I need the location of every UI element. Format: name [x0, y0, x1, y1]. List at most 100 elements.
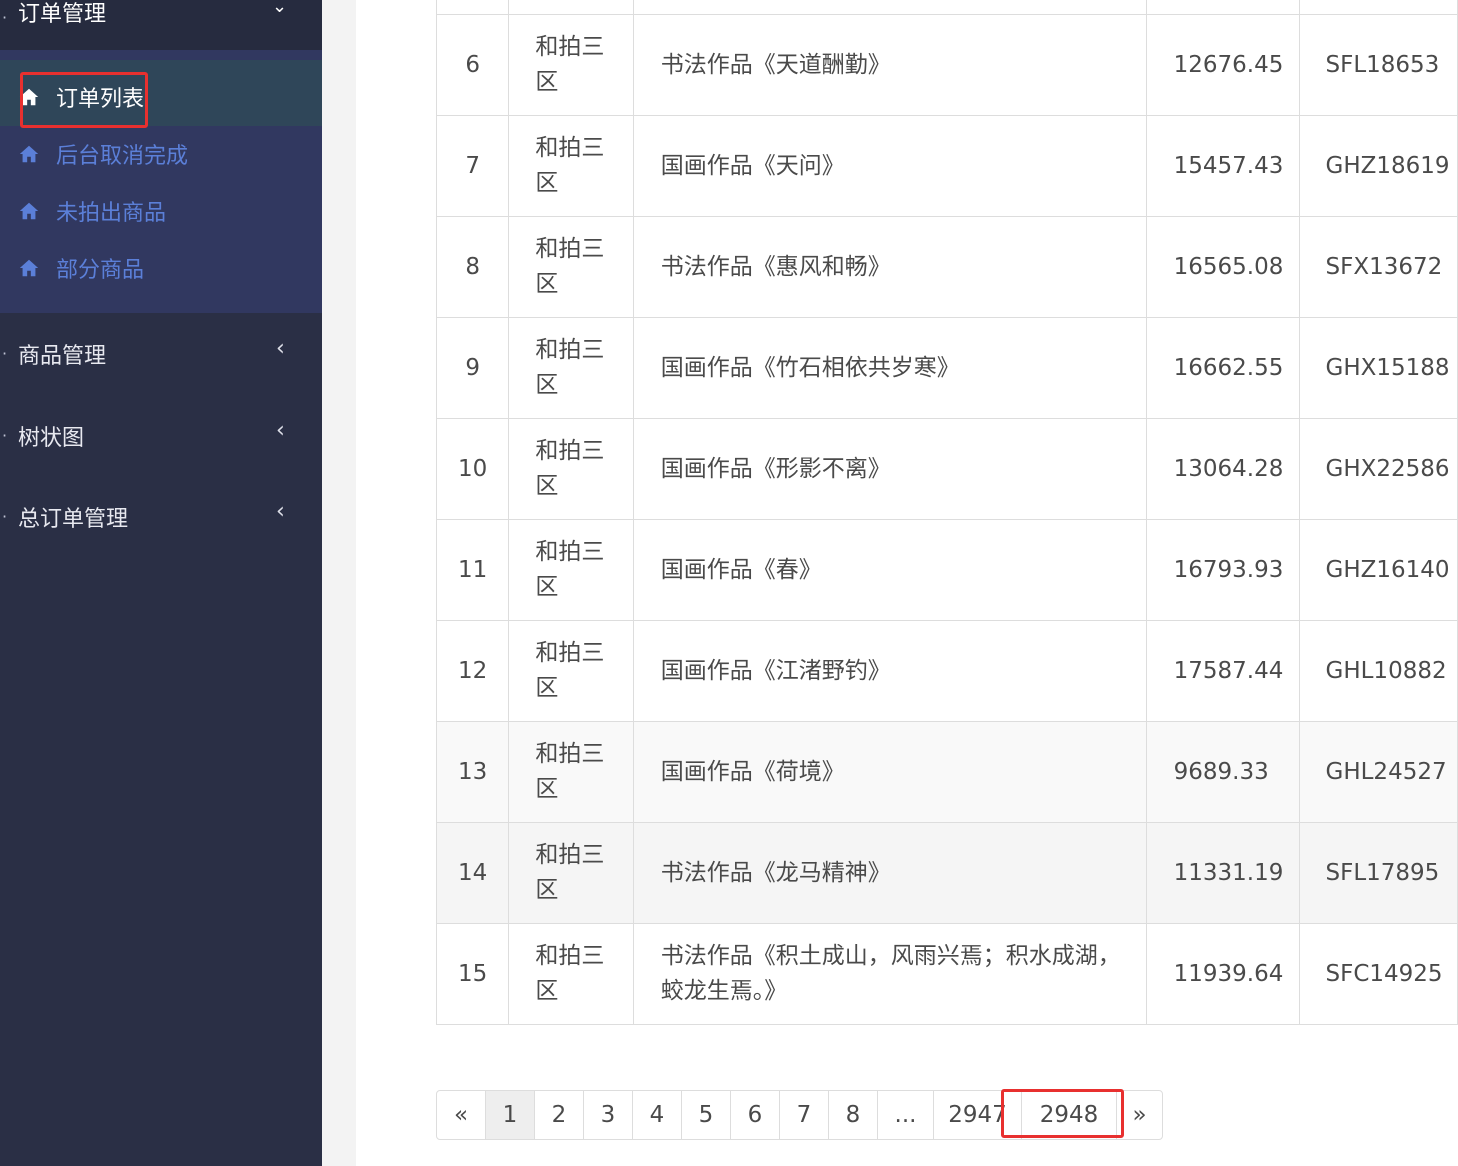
product-name-cell: 国画作品《春》 [632, 519, 1147, 621]
row-number: 15 [435, 923, 510, 1025]
chevron-down-icon: ⌄ [272, 0, 288, 17]
page-button-5[interactable]: 5 [682, 1091, 731, 1139]
row-number: 13 [435, 721, 510, 823]
highlight-box [1001, 1089, 1124, 1138]
auction-area-cell: 和拍三区 [508, 14, 634, 116]
home-icon [19, 145, 39, 163]
page-ellipsis: ... [878, 1091, 934, 1139]
auction-area-cell: 和拍三区 [508, 418, 634, 520]
sidebar-item-unsold[interactable]: 未拍出商品 [18, 191, 166, 231]
sidebar-item-label: 部分商品 [56, 258, 145, 283]
menu-label: 商品管理 [18, 344, 107, 369]
auction-area: 和拍三区 [535, 842, 605, 903]
bullet-icon: · [2, 426, 8, 445]
product-code: GHL24527 [1298, 721, 1458, 823]
product-code: GHZ16140 [1298, 519, 1458, 621]
price: 13064.28 [1145, 418, 1300, 520]
auction-area: 和拍三区 [535, 135, 605, 196]
price: 11939.64 [1145, 923, 1300, 1025]
price: 17587.44 [1145, 620, 1300, 722]
product-name: 书法作品《龙马精神》 [660, 859, 891, 886]
product-name: 国画作品《形影不离》 [660, 455, 891, 482]
bullet-icon: · [2, 507, 8, 526]
price: 11331.19 [1145, 822, 1300, 924]
table-row-partial [435, 0, 1458, 15]
auction-area-cell: 和拍三区 [508, 923, 634, 1025]
table-row: 9 和拍三区 国画作品《竹石相依共岁寒》 16662.55 GHX15188 [435, 317, 1458, 419]
row-number: 10 [435, 418, 510, 520]
product-name: 国画作品《天问》 [660, 152, 845, 179]
page-button-4[interactable]: 4 [633, 1091, 682, 1139]
page-button-8[interactable]: 8 [829, 1091, 878, 1139]
table-row: 12 和拍三区 国画作品《江渚野钓》 17587.44 GHL10882 [435, 620, 1458, 722]
auction-area-cell: 和拍三区 [508, 822, 634, 924]
page-prev-button[interactable]: « [437, 1091, 486, 1139]
price: 12676.45 [1145, 14, 1300, 116]
product-code: GHZ18619 [1298, 115, 1458, 217]
bullet-icon: · [2, 344, 8, 363]
product-code: SFX13672 [1298, 216, 1458, 318]
orders-table: 6 和拍三区 书法作品《天道酬勤》 12676.45 SFL18653 7 和拍… [435, 0, 1458, 1025]
row-number: 11 [435, 519, 510, 621]
table-row: 13 和拍三区 国画作品《荷境》 9689.33 GHL24527 [435, 721, 1458, 823]
auction-area: 和拍三区 [535, 34, 605, 95]
menu-total-order-management[interactable]: · 总订单管理 ‹ [0, 489, 322, 549]
product-name-cell: 书法作品《龙马精神》 [632, 822, 1147, 924]
product-name: 书法作品《积土成山，风雨兴焉；积水成湖，蛟龙生焉。》 [660, 943, 1121, 1004]
product-name: 国画作品《江渚野钓》 [660, 657, 891, 684]
page-button-3[interactable]: 3 [584, 1091, 633, 1139]
menu-goods-management[interactable]: · 商品管理 ‹ [0, 326, 322, 386]
row-number: 12 [435, 620, 510, 722]
auction-area-cell: 和拍三区 [508, 721, 634, 823]
price: 15457.43 [1145, 115, 1300, 217]
price: 9689.33 [1145, 721, 1300, 823]
price: 16565.08 [1145, 216, 1300, 318]
product-name: 国画作品《春》 [660, 556, 822, 583]
sidebar-item-label: 未拍出商品 [56, 201, 167, 226]
product-name: 书法作品《惠风和畅》 [660, 253, 891, 280]
product-name: 国画作品《荷境》 [660, 758, 845, 785]
menu-order-management[interactable]: · 订单管理 ⌄ [0, 0, 322, 50]
row-number: 8 [435, 216, 510, 318]
table-cell [508, 0, 634, 15]
product-code: SFL17895 [1298, 822, 1458, 924]
sidebar-item-backend-cancel[interactable]: 后台取消完成 [18, 134, 188, 174]
row-number: 14 [435, 822, 510, 924]
price: 16793.93 [1145, 519, 1300, 621]
auction-area: 和拍三区 [535, 640, 605, 701]
sidebar: · 订单管理 ⌄ 订单列表 后台取消完成 未拍出商品 部分商品 · 商品管理 ‹… [0, 0, 322, 1166]
product-name-cell: 国画作品《形影不离》 [632, 418, 1147, 520]
page-button-7[interactable]: 7 [780, 1091, 829, 1139]
menu-label: 总订单管理 [18, 507, 129, 532]
page-button-6[interactable]: 6 [731, 1091, 780, 1139]
product-name-cell: 国画作品《竹石相依共岁寒》 [632, 317, 1147, 419]
chevron-left-icon: ‹ [276, 336, 285, 361]
product-name-cell: 书法作品《天道酬勤》 [632, 14, 1147, 116]
auction-area: 和拍三区 [535, 943, 605, 1004]
sidebar-item-partial-goods[interactable]: 部分商品 [18, 248, 144, 288]
page-gutter [322, 0, 356, 1166]
chevron-left-icon: ‹ [276, 499, 285, 524]
page-button-2[interactable]: 2 [535, 1091, 584, 1139]
auction-area: 和拍三区 [535, 337, 605, 398]
menu-tree-view[interactable]: · 树状图 ‹ [0, 408, 322, 468]
highlight-box [20, 72, 148, 128]
table-cell [1298, 0, 1458, 15]
auction-area-cell: 和拍三区 [508, 317, 634, 419]
table-cell [435, 0, 510, 15]
table-row: 10 和拍三区 国画作品《形影不离》 13064.28 GHX22586 [435, 418, 1458, 520]
auction-area-cell: 和拍三区 [508, 216, 634, 318]
auction-area-cell: 和拍三区 [508, 115, 634, 217]
sidebar-item-label: 后台取消完成 [56, 144, 189, 169]
bullet-icon: · [2, 8, 8, 27]
table-cell [1145, 0, 1300, 15]
row-number: 9 [435, 317, 510, 419]
product-name-cell: 国画作品《荷境》 [632, 721, 1147, 823]
product-name-cell: 国画作品《天问》 [632, 115, 1147, 217]
home-icon [19, 202, 39, 220]
page-button-1[interactable]: 1 [486, 1091, 535, 1139]
table-cell [632, 0, 1147, 15]
product-name: 国画作品《竹石相依共岁寒》 [660, 354, 960, 381]
auction-area-cell: 和拍三区 [508, 620, 634, 722]
auction-area: 和拍三区 [535, 236, 605, 297]
